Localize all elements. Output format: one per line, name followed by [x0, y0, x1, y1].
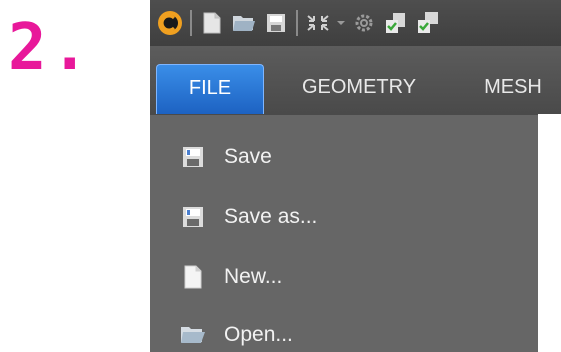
workspace-area [538, 114, 561, 352]
menu-item-new[interactable]: New... [180, 257, 282, 297]
open-folder-icon[interactable] [230, 9, 258, 37]
menu-item-open[interactable]: Open... [180, 315, 293, 352]
check-list-icon[interactable] [382, 9, 410, 37]
toolbar [150, 0, 561, 46]
open-folder-icon [180, 322, 206, 348]
settings-icon[interactable] [350, 9, 378, 37]
save-icon[interactable] [262, 9, 290, 37]
tab-geometry[interactable]: GEOMETRY [284, 60, 434, 114]
toolbar-separator [190, 10, 192, 36]
app-logo-icon[interactable] [156, 9, 184, 37]
menu-item-label: Open... [224, 323, 293, 346]
app-window: FILE GEOMETRY MESH Save Save as... New..… [150, 0, 561, 352]
step-number: 2. [8, 11, 94, 85]
new-file-icon[interactable] [198, 9, 226, 37]
menu-item-label: New... [224, 265, 283, 288]
save-icon [180, 144, 206, 170]
collapse-icon[interactable] [304, 9, 332, 37]
tab-mesh[interactable]: MESH [468, 60, 558, 114]
tab-file[interactable]: FILE [156, 64, 264, 114]
chevron-down-icon[interactable] [336, 9, 346, 37]
menu-item-save[interactable]: Save [180, 137, 272, 177]
toolbar-separator [296, 10, 298, 36]
check-list-units-icon[interactable] [414, 9, 442, 37]
file-menu-panel: Save Save as... New... Open... [150, 114, 538, 352]
menu-item-label: Save [224, 145, 272, 168]
menu-item-label: Save as... [224, 205, 318, 228]
save-as-icon [180, 204, 206, 230]
menu-item-save-as[interactable]: Save as... [180, 197, 317, 237]
new-file-icon [180, 264, 206, 290]
ribbon-tabs: FILE GEOMETRY MESH [150, 46, 561, 114]
